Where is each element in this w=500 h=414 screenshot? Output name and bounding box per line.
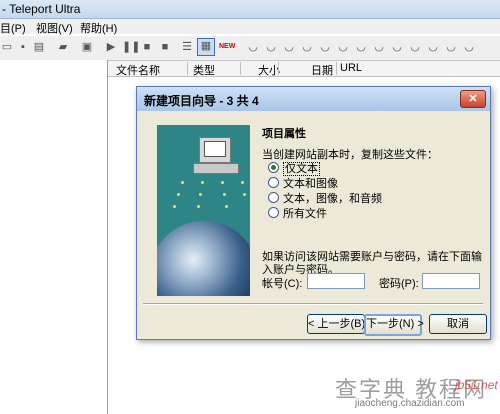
menu-item-project[interactable]: 目(P) [0,20,26,36]
option-label: 所有文件 [283,208,327,220]
data-dot [199,193,202,196]
data-dot [223,193,226,196]
column-date[interactable]: 日期 [311,62,333,78]
watermark-site: jb51.net [455,378,498,392]
radio-unselected[interactable] [268,207,279,218]
project-tree-pane[interactable] [0,60,108,414]
option-label: 文本和图像 [283,178,338,190]
account-field[interactable] [307,273,365,289]
nav-icon-5[interactable]: ◡ [318,40,332,54]
nav-icon-1[interactable]: ◡ [246,40,260,54]
menu-bar: 目(P) 视图(V) 帮助(H) [0,19,500,36]
stop-icon[interactable]: ■ [140,40,154,54]
column-divider[interactable] [278,62,279,75]
option-text-images[interactable]: 文本和图像 [268,175,338,191]
computer-base [193,163,239,174]
section-heading: 项目属性 [262,128,306,140]
open-icon[interactable]: ▭ [0,40,14,54]
globe-image [157,221,250,296]
close-button[interactable]: ✕ [460,90,486,108]
dialog-titlebar[interactable]: 新建项目向导 - 3 共 4 ✕ [137,87,490,111]
pause-icon[interactable]: ❚❚ [122,40,140,54]
cancel-button[interactable]: 取消 [429,314,487,334]
nav-icon-8[interactable]: ◡ [372,40,386,54]
column-type[interactable]: 类型 [193,62,215,78]
back-button[interactable]: < 上一步(B) [307,314,365,334]
nav-icon-9[interactable]: ◡ [390,40,404,54]
data-dot [177,193,180,196]
nav-icon-13[interactable]: ◡ [462,40,476,54]
nav-icon-6[interactable]: ◡ [336,40,350,54]
save-icon[interactable]: ▪ [16,40,30,54]
option-label: 仅文本 [283,162,320,176]
data-dot [225,205,228,208]
column-size[interactable]: 大小 [258,62,280,78]
list-view-icon[interactable]: ☰ [180,40,194,54]
column-divider[interactable] [187,62,188,75]
option-text-images-audio[interactable]: 文本，图像，和音频 [268,190,382,206]
nav-icon-4[interactable]: ◡ [300,40,314,54]
folder-icon[interactable]: ▰ [56,40,70,54]
data-dot [173,205,176,208]
password-label: 密码(P): [379,278,419,290]
column-filename[interactable]: 文件名称 [116,62,160,78]
refresh-icon[interactable]: ▣ [80,40,94,54]
stop-all-icon[interactable]: ■ [158,40,172,54]
button-divider [143,303,483,305]
data-dot [243,193,246,196]
dialog-title: 新建项目向导 - 3 共 4 [144,94,259,108]
menu-item-help[interactable]: 帮助(H) [80,20,117,36]
nav-icon-7[interactable]: ◡ [354,40,368,54]
window-titlebar: - Teleport Ultra [0,0,500,19]
computer-icon [199,137,231,163]
radio-unselected[interactable] [268,177,279,188]
radio-unselected[interactable] [268,192,279,203]
option-label: 文本，图像，和音频 [283,193,382,205]
data-dot [241,181,244,184]
account-label: 帐号(C): [262,278,303,290]
window-title: - Teleport Ultra [2,2,81,16]
new-project-wizard-dialog: 新建项目向导 - 3 共 4 ✕ 项目属性 当创建网站副本时，复制这些文件： 仅… [136,86,491,340]
nav-icon-2[interactable]: ◡ [264,40,278,54]
toolbar: ▭ ▪ ▤ ▰ ▣ ▶ ❚❚ ■ ■ ☰ ▦ NEW ◡ ◡ ◡ ◡ ◡ ◡ ◡… [0,35,500,61]
properties-icon[interactable]: ▤ [32,40,46,54]
new-project-icon[interactable]: NEW [219,40,235,54]
password-field[interactable] [422,273,480,289]
wizard-illustration [157,125,250,296]
grid-view-icon[interactable]: ▦ [197,38,215,56]
data-dot [221,181,224,184]
watermark-url: jiaocheng.chazidian.com [355,398,465,409]
nav-icon-11[interactable]: ◡ [426,40,440,54]
data-dot [201,181,204,184]
file-list-header: 文件名称 类型 大小 日期 URL [108,61,500,77]
data-dot [181,181,184,184]
column-url[interactable]: URL [340,62,362,74]
option-text-only[interactable]: 仅文本 [268,160,320,176]
nav-icon-3[interactable]: ◡ [282,40,296,54]
play-icon[interactable]: ▶ [104,40,118,54]
nav-icon-10[interactable]: ◡ [408,40,422,54]
next-button[interactable]: 下一步(N) > [364,314,424,336]
data-dot [197,205,200,208]
column-divider[interactable] [336,62,337,75]
menu-item-view[interactable]: 视图(V) [36,20,73,36]
radio-selected[interactable] [268,162,279,173]
nav-icon-12[interactable]: ◡ [444,40,458,54]
column-divider[interactable] [240,62,241,75]
option-all-files[interactable]: 所有文件 [268,205,327,221]
